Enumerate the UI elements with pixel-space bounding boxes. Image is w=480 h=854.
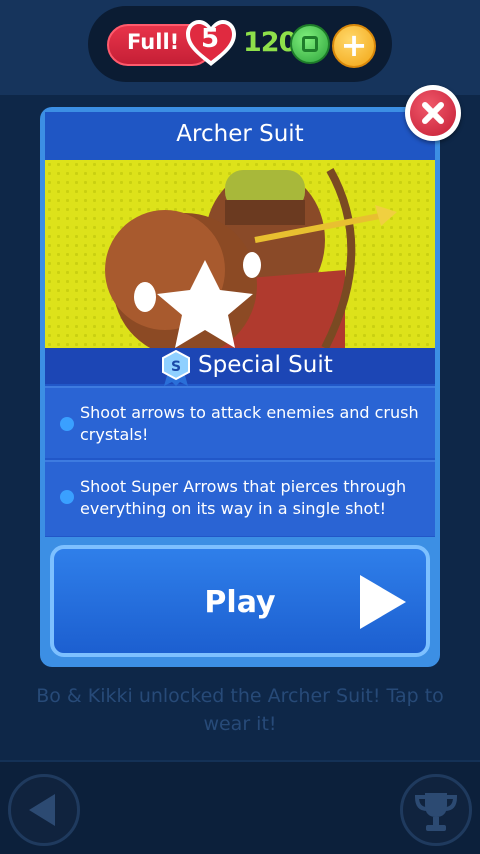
trophy-icon — [414, 793, 458, 831]
perk-item: Shoot arrows to attack enemies and crush… — [45, 386, 435, 458]
add-coins-button[interactable]: + — [332, 24, 376, 68]
perk-item: Shoot Super Arrows that pierces through … — [45, 460, 435, 536]
suit-type-label: Special Suit — [198, 352, 333, 378]
ribbon-badge-icon: S — [162, 350, 190, 386]
perk-text: Shoot arrows to attack enemies and crush… — [80, 403, 419, 444]
suit-title: Archer Suit — [45, 112, 435, 160]
close-icon — [422, 102, 444, 124]
lives-status-label: Full! — [127, 30, 180, 54]
play-button[interactable]: Play — [50, 545, 430, 657]
back-arrow-icon — [29, 794, 55, 826]
bullet-icon — [60, 417, 74, 431]
unlock-hint-text: Bo & Kikki unlocked the Archer Suit! Tap… — [36, 685, 444, 735]
suit-hero-image — [45, 160, 435, 348]
coin-count: 120 — [243, 27, 297, 58]
back-button[interactable] — [8, 774, 80, 846]
close-button[interactable] — [405, 85, 461, 141]
bullet-icon — [60, 490, 74, 504]
svg-text:S: S — [171, 359, 181, 375]
perk-text: Shoot Super Arrows that pierces through … — [80, 477, 407, 518]
coin-icon — [290, 24, 330, 64]
play-triangle-icon — [360, 575, 406, 629]
lives-count: 5 — [200, 24, 220, 54]
trophy-button[interactable] — [400, 774, 472, 846]
